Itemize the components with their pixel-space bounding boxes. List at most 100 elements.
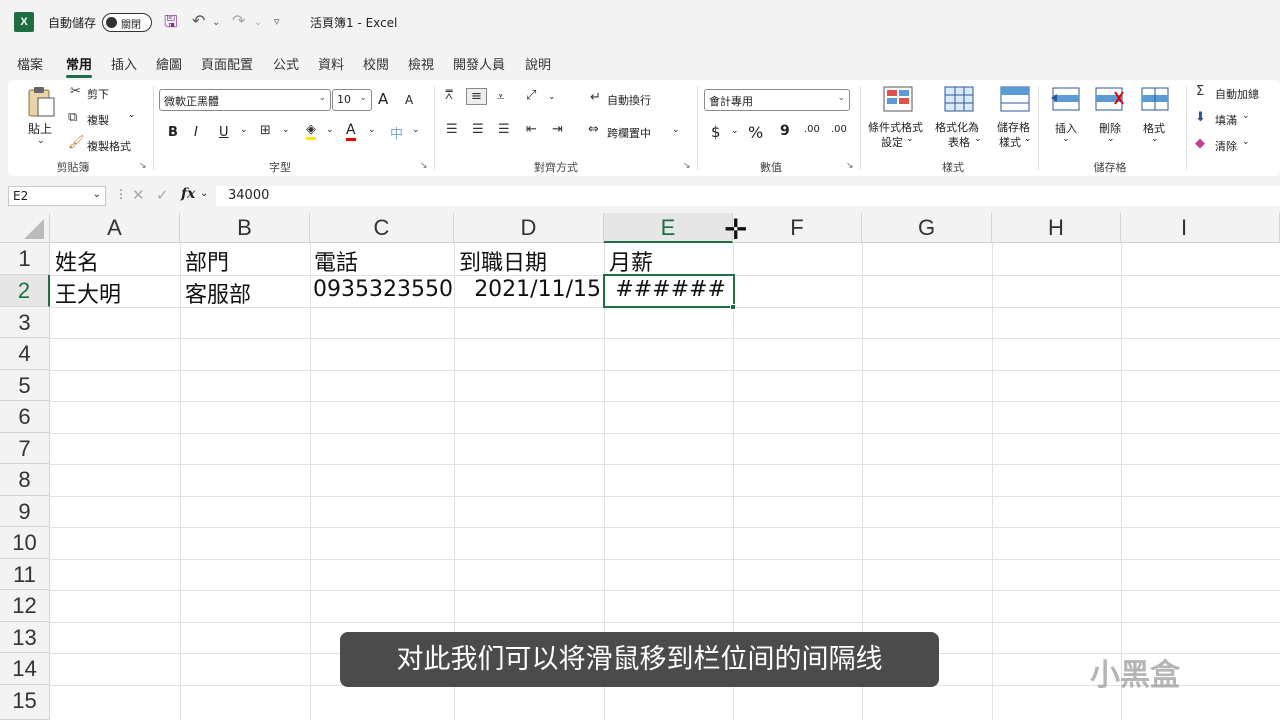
tab-draw[interactable]: 繪圖 bbox=[156, 54, 182, 73]
conditional-formatting-label-2[interactable]: 設定 bbox=[881, 134, 903, 150]
copy-dropdown-icon[interactable]: ⌄ bbox=[128, 110, 136, 120]
column-header-b[interactable]: B bbox=[180, 213, 310, 243]
tab-file[interactable]: 檔案 bbox=[17, 54, 43, 73]
grow-font-button[interactable]: A bbox=[378, 90, 388, 108]
tab-help[interactable]: 說明 bbox=[525, 54, 551, 73]
eraser-icon[interactable]: ◆ bbox=[1195, 136, 1205, 151]
more-options-icon[interactable]: ⋮ bbox=[115, 187, 127, 201]
comma-style-button[interactable]: 9 bbox=[780, 123, 790, 139]
name-box[interactable]: E2 ⌄ bbox=[8, 186, 106, 206]
row-header-11[interactable]: 11 bbox=[0, 559, 50, 590]
row-header-12[interactable]: 12 bbox=[0, 590, 50, 622]
paste-label[interactable]: 貼上 bbox=[28, 120, 52, 137]
orientation-icon[interactable]: ⤢ bbox=[526, 88, 536, 103]
row-header-9[interactable]: 9 bbox=[0, 496, 50, 527]
align-middle-icon[interactable]: ≡ bbox=[466, 88, 487, 105]
align-left-icon[interactable]: ☰ bbox=[446, 122, 458, 137]
format-painter-icon[interactable]: 🖌 bbox=[68, 135, 85, 150]
align-bottom-icon[interactable]: ⩡ bbox=[497, 90, 504, 105]
tab-insert[interactable]: 插入 bbox=[111, 54, 137, 73]
bold-button[interactable]: B bbox=[168, 125, 178, 140]
column-header-h[interactable]: H bbox=[992, 213, 1121, 243]
row-header-14[interactable]: 14 bbox=[0, 653, 50, 685]
row-header-6[interactable]: 6 bbox=[0, 401, 50, 433]
conditional-formatting-label-1[interactable]: 條件式格式 bbox=[868, 119, 923, 135]
cell-c1[interactable]: 電話 bbox=[314, 245, 358, 277]
copy-icon[interactable]: ⧉ bbox=[68, 110, 77, 125]
align-top-icon[interactable]: ⩞ bbox=[445, 88, 453, 103]
format-as-table-icon[interactable] bbox=[944, 86, 974, 112]
border-dropdown-icon[interactable]: ⌄ bbox=[282, 125, 290, 135]
orientation-dropdown-icon[interactable]: ⌄ bbox=[548, 92, 556, 102]
cell-e1[interactable]: 月薪 bbox=[609, 245, 653, 277]
wrap-text-label[interactable]: 自動換行 bbox=[607, 92, 651, 108]
insert-cells-icon[interactable] bbox=[1050, 86, 1080, 112]
fill-icon[interactable]: ⬇ bbox=[1195, 110, 1206, 125]
row-header-8[interactable]: 8 bbox=[0, 464, 50, 496]
format-painter-label[interactable]: 複製格式 bbox=[87, 138, 131, 154]
customize-quick-access-icon[interactable]: ▿ bbox=[274, 15, 280, 28]
column-header-a[interactable]: A bbox=[50, 213, 180, 243]
underline-dropdown-icon[interactable]: ⌄ bbox=[240, 125, 248, 135]
fill-color-icon[interactable]: ◈ bbox=[306, 122, 316, 140]
clear-label[interactable]: 清除 bbox=[1215, 138, 1237, 154]
shrink-font-button[interactable]: A bbox=[405, 93, 413, 107]
tab-review[interactable]: 校閱 bbox=[363, 54, 389, 73]
phonetic-dropdown-icon[interactable]: ⌄ bbox=[412, 125, 420, 135]
row-header-5[interactable]: 5 bbox=[0, 370, 50, 401]
row-header-1[interactable]: 1 bbox=[0, 243, 50, 275]
increase-indent-icon[interactable]: ⇥ bbox=[552, 122, 563, 137]
cell-b2[interactable]: 客服部 bbox=[185, 277, 251, 309]
redo-icon[interactable]: ↷ bbox=[232, 11, 245, 30]
column-header-e[interactable]: E bbox=[604, 213, 733, 243]
row-header-15[interactable]: 15 bbox=[0, 685, 50, 720]
copy-label[interactable]: 複製 bbox=[87, 112, 109, 128]
cell-styles-label-1[interactable]: 儲存格 bbox=[997, 119, 1030, 135]
paste-icon[interactable] bbox=[26, 86, 56, 118]
align-right-icon[interactable]: ☰ bbox=[498, 122, 510, 137]
column-header-d[interactable]: D bbox=[454, 213, 604, 243]
currency-button[interactable]: $ bbox=[711, 123, 721, 141]
autosum-icon[interactable]: Σ bbox=[1196, 84, 1204, 99]
tab-view[interactable]: 檢視 bbox=[408, 54, 434, 73]
cell-a2[interactable]: 王大明 bbox=[55, 277, 121, 309]
row-header-7[interactable]: 7 bbox=[0, 433, 50, 464]
cell-d1[interactable]: 到職日期 bbox=[459, 245, 547, 277]
merge-center-label[interactable]: 跨欄置中 bbox=[607, 125, 651, 141]
insert-function-button[interactable]: fx bbox=[181, 186, 195, 202]
cell-d2[interactable]: 2021/11/15 bbox=[455, 277, 603, 302]
row-header-2[interactable]: 2 bbox=[0, 275, 50, 307]
tab-home[interactable]: 常用 bbox=[66, 54, 93, 78]
font-color-button[interactable]: A bbox=[346, 122, 356, 141]
cut-label[interactable]: 剪下 bbox=[87, 86, 109, 102]
cell-a1[interactable]: 姓名 bbox=[55, 245, 99, 277]
decrease-decimal-button[interactable]: .00 bbox=[831, 124, 847, 135]
border-icon[interactable]: ⊞ bbox=[260, 123, 271, 138]
number-format-combo[interactable]: 會計專用 ⌄ bbox=[704, 89, 850, 111]
autosave-toggle[interactable]: 關閉 bbox=[102, 13, 152, 32]
conditional-formatting-icon[interactable] bbox=[883, 86, 913, 112]
font-color-dropdown-icon[interactable]: ⌄ bbox=[368, 125, 376, 135]
cell-styles-label-2[interactable]: 樣式 bbox=[999, 134, 1021, 150]
merge-center-icon[interactable]: ⇔ bbox=[588, 122, 599, 137]
merge-dropdown-icon[interactable]: ⌄ bbox=[672, 125, 680, 135]
tab-data[interactable]: 資料 bbox=[318, 54, 344, 73]
tab-formulas[interactable]: 公式 bbox=[273, 54, 299, 73]
autosum-label[interactable]: 自動加總 bbox=[1215, 86, 1259, 102]
currency-dropdown-icon[interactable]: ⌄ bbox=[731, 126, 739, 136]
decrease-indent-icon[interactable]: ⇤ bbox=[526, 122, 537, 137]
save-icon[interactable]: 🖫 bbox=[164, 11, 178, 38]
row-header-3[interactable]: 3 bbox=[0, 307, 50, 338]
select-all-corner[interactable] bbox=[0, 213, 50, 243]
percent-button[interactable]: % bbox=[748, 123, 763, 142]
row-header-4[interactable]: 4 bbox=[0, 338, 50, 370]
fill-label[interactable]: 填滿 bbox=[1215, 112, 1237, 128]
tab-developer[interactable]: 開發人員 bbox=[453, 54, 505, 73]
paste-dropdown-icon[interactable]: ⌄ bbox=[37, 136, 45, 146]
clipboard-launcher-icon[interactable]: ↘ bbox=[139, 161, 147, 171]
font-size-combo[interactable]: 10 ⌄ bbox=[332, 89, 372, 111]
font-launcher-icon[interactable]: ↘ bbox=[420, 161, 428, 171]
font-name-combo[interactable]: 微軟正黑體 ⌄ bbox=[159, 89, 331, 111]
cancel-icon[interactable]: ✕ bbox=[132, 186, 145, 204]
delete-cells-icon[interactable] bbox=[1095, 86, 1125, 112]
